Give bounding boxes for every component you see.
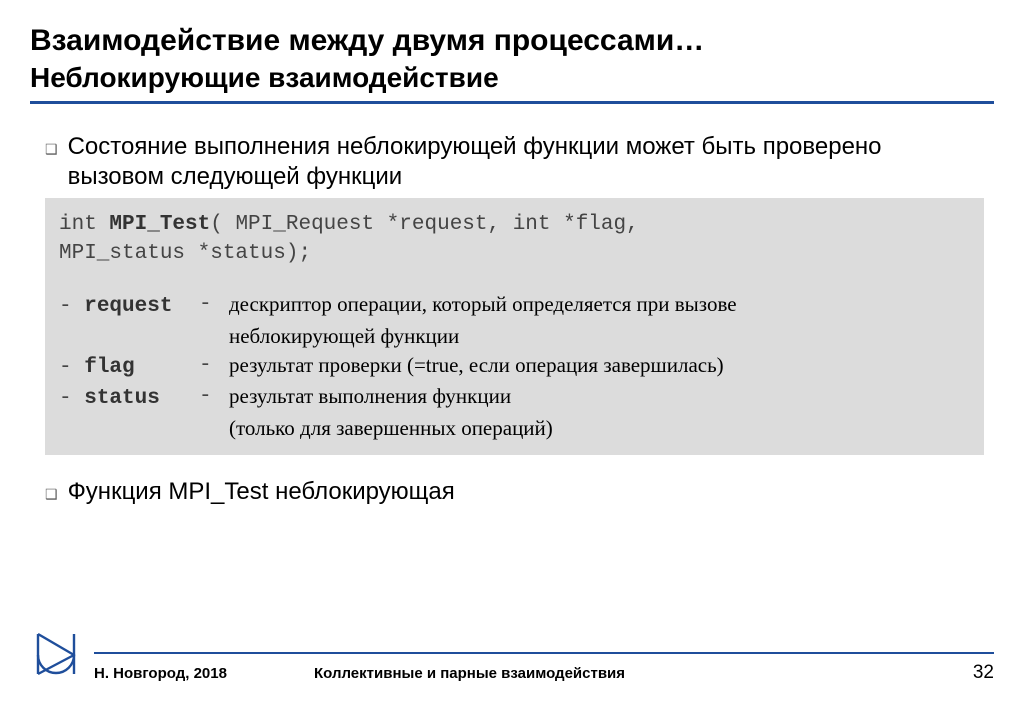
title-divider <box>30 101 994 104</box>
footer-location-year: Н. Новгород, 2018 <box>94 665 314 682</box>
bullet-item: ❑ Функция MPI_Test неблокирующая <box>45 477 984 507</box>
code-param-row: - status - результат выполнения функции <box>59 382 970 413</box>
code-param-desc-cont: неблокирующей функции <box>59 322 970 351</box>
code-param-row: - request - дескриптор операции, который… <box>59 290 970 321</box>
square-bullet-icon: ❑ <box>45 141 58 159</box>
bullet-text: Состояние выполнения неблокирующей функц… <box>68 132 984 192</box>
code-signature-line2: MPI_status *status); <box>59 239 970 268</box>
bullet-item: ❑ Состояние выполнения неблокирующей фун… <box>45 132 984 192</box>
code-block: int MPI_Test( MPI_Request *request, int … <box>45 198 984 456</box>
footer-divider <box>94 652 994 654</box>
page-number: 32 <box>944 662 994 684</box>
university-logo-icon <box>30 624 82 684</box>
slide-title-line1: Взаимодействие между двумя процессами… <box>30 22 994 60</box>
code-param-desc-cont: (только для завершенных операций) <box>59 414 970 443</box>
slide-title-block: Взаимодействие между двумя процессами… Н… <box>30 22 994 95</box>
slide-footer: Н. Новгород, 2018 Коллективные и парные … <box>30 624 994 684</box>
slide-title-line2: Неблокирующие взаимодействие <box>30 60 994 95</box>
code-signature-line1: int MPI_Test( MPI_Request *request, int … <box>59 208 970 239</box>
bullet-text: Функция MPI_Test неблокирующая <box>68 477 455 507</box>
footer-topic: Коллективные и парные взаимодействия <box>314 665 944 682</box>
square-bullet-icon: ❑ <box>45 486 58 504</box>
code-param-row: - flag - результат проверки (=true, если… <box>59 351 970 382</box>
slide-body: ❑ Состояние выполнения неблокирующей фун… <box>30 132 994 508</box>
